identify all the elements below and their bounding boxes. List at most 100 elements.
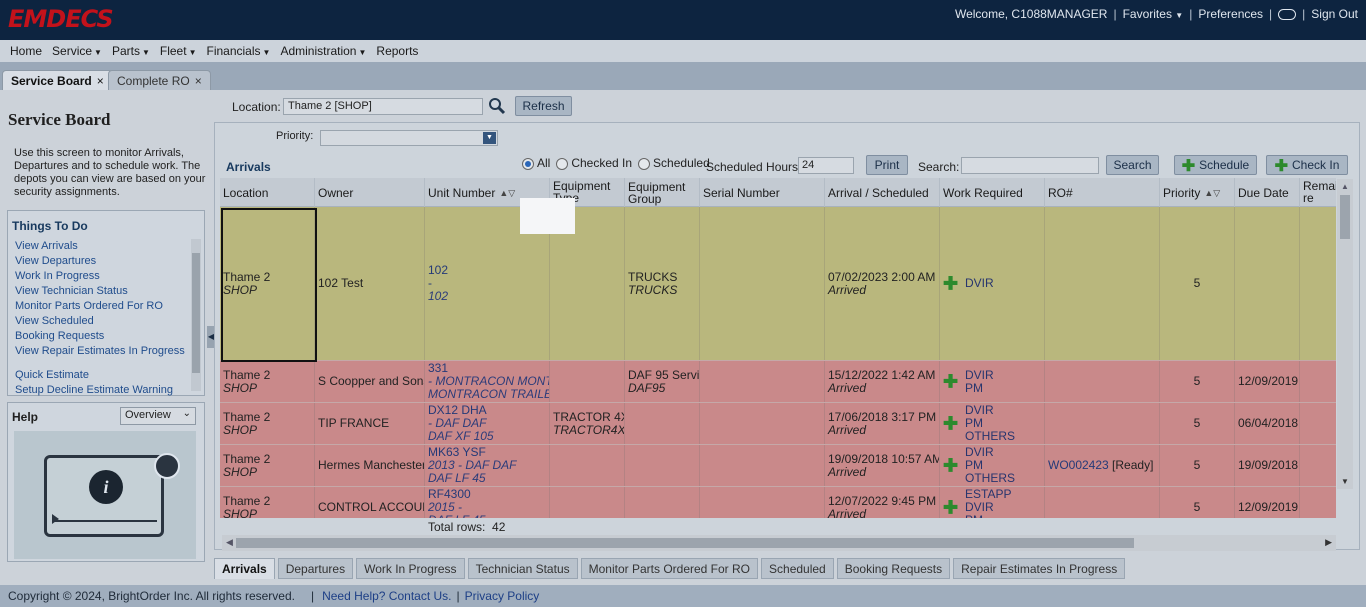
- cell-text: TRUCKS: [628, 269, 678, 284]
- sort-icon[interactable]: ▲▽: [1204, 187, 1220, 199]
- add-work-plus-icon[interactable]: ✚: [943, 274, 958, 292]
- favorites-menu[interactable]: Favorites ▼: [1123, 7, 1184, 21]
- todo-link[interactable]: Quick Estimate: [15, 368, 185, 383]
- chevron-down-icon: ▼: [1175, 11, 1184, 20]
- help-topic-select[interactable]: Overview ⌄: [120, 407, 196, 425]
- ro-value[interactable]: WO002423 [Ready]: [1048, 459, 1156, 472]
- todo-link[interactable]: View Arrivals: [15, 239, 185, 254]
- sort-icon[interactable]: ▲▽: [499, 187, 515, 199]
- table-row[interactable]: Thame 2 SHOP Hermes Manchester MK63 YSF 2013…: [220, 445, 1336, 487]
- todo-link[interactable]: Monitor Parts Ordered For RO: [15, 299, 185, 314]
- radio-all[interactable]: All: [522, 156, 550, 170]
- todo-link[interactable]: Booking Requests: [15, 329, 185, 344]
- add-work-plus-icon[interactable]: ✚: [943, 372, 958, 390]
- table-row[interactable]: Thame 2 SHOP TIP FRANCE DX12 DHA - DAF DAF DA…: [220, 403, 1336, 445]
- help-panel: Help Overview ⌄ i: [7, 402, 205, 562]
- privacy-policy-link[interactable]: Privacy Policy: [465, 589, 540, 603]
- schedule-button[interactable]: ✚ Schedule: [1174, 155, 1257, 175]
- tab-complete-ro[interactable]: Complete RO ×: [108, 70, 211, 90]
- refresh-button[interactable]: Refresh: [515, 96, 572, 116]
- unit-number-cell: MK63 YSF 2013 - DAF DAF DAF LF 45: [425, 445, 550, 486]
- cell-text: OTHERS: [965, 429, 1016, 443]
- tab-departures[interactable]: Departures: [277, 558, 354, 579]
- grid-vertical-scrollbar[interactable]: ▲ ▼: [1337, 179, 1353, 489]
- print-button[interactable]: Print: [866, 155, 908, 175]
- cell-text: DAF XF 105: [428, 429, 494, 443]
- todo-link[interactable]: View Scheduled: [15, 314, 185, 329]
- separator: |: [1113, 7, 1117, 21]
- sign-out-link[interactable]: Sign Out: [1311, 7, 1358, 21]
- todo-link[interactable]: View Repair Estimates In Progress: [15, 344, 185, 359]
- priority-select[interactable]: ▼: [320, 130, 498, 146]
- radio-checked-in[interactable]: Checked In: [556, 156, 632, 170]
- column-header[interactable]: RO#: [1045, 178, 1160, 207]
- nav-item-administration[interactable]: Administration ▼: [280, 44, 366, 58]
- column-header[interactable]: Owner: [315, 178, 425, 207]
- tab-booking-requests[interactable]: Booking Requests: [836, 558, 951, 579]
- things-to-do-title: Things To Do: [12, 219, 88, 233]
- nav-item-reports[interactable]: Reports: [376, 44, 418, 58]
- table-row[interactable]: Thame 2SHOPCONTROL ACCOUN...RF43002015 -…: [220, 487, 1336, 518]
- column-header[interactable]: Work Required: [940, 178, 1045, 207]
- preferences-link[interactable]: Preferences: [1198, 7, 1263, 21]
- todo-link[interactable]: View Departures: [15, 254, 185, 269]
- scroll-thumb[interactable]: [192, 253, 200, 373]
- todo-link[interactable]: View Technician Status: [15, 284, 185, 299]
- arrival-cell: 12/07/2022 9:45 PM Arrived: [825, 487, 940, 518]
- todo-link[interactable]: Setup Decline Estimate Warning: [15, 383, 185, 398]
- help-video-thumbnail[interactable]: i: [14, 431, 196, 559]
- column-header[interactable]: Remaining re: [1300, 178, 1336, 207]
- nav-item-financials[interactable]: Financials ▼: [207, 44, 271, 58]
- table-row[interactable]: Thame 2 SHOP 102 Test 102-102 TRUCKS TRUCKS 07…: [220, 207, 1336, 361]
- column-header[interactable]: Arrival / Scheduled: [825, 178, 940, 207]
- equipment-group-cell: [625, 445, 700, 486]
- chevron-down-icon[interactable]: ▼: [483, 132, 496, 144]
- cell-text: Thame 2: [223, 367, 271, 382]
- theme-toggle-icon[interactable]: [1278, 8, 1297, 20]
- search-input[interactable]: [961, 157, 1099, 174]
- column-header[interactable]: Due Date: [1235, 178, 1300, 207]
- scroll-left-icon[interactable]: ◀: [226, 537, 233, 548]
- nav-item-label: Reports: [376, 44, 419, 58]
- add-work-plus-icon[interactable]: ✚: [943, 498, 958, 516]
- help-contact-link[interactable]: Need Help? Contact Us.: [322, 589, 451, 603]
- todo-link[interactable]: Work In Progress: [15, 269, 185, 284]
- tab-service-board[interactable]: Service Board ×: [2, 70, 113, 90]
- nav-item-parts[interactable]: Parts ▼: [112, 44, 150, 58]
- tab-monitor-parts-ordered-for-ro[interactable]: Monitor Parts Ordered For RO: [580, 558, 759, 579]
- scroll-down-icon[interactable]: ▼: [1341, 477, 1349, 486]
- scroll-thumb[interactable]: [236, 538, 1134, 548]
- tab-scheduled[interactable]: Scheduled: [761, 558, 834, 579]
- scheduled-hours-input[interactable]: 24: [798, 157, 854, 174]
- grid-horizontal-scrollbar[interactable]: ◀ ▶: [222, 535, 1336, 551]
- nav-item-home[interactable]: Home: [10, 44, 42, 58]
- column-header[interactable]: Equipment Group: [625, 178, 700, 207]
- column-header[interactable]: Serial Number: [700, 178, 825, 207]
- search-button[interactable]: Search: [1106, 155, 1159, 175]
- todo-scrollbar[interactable]: [191, 239, 201, 391]
- nav-item-service[interactable]: Service ▼: [52, 44, 102, 58]
- table-row[interactable]: Thame 2 SHOP S Coopper and Sons 331- MONTRA…: [220, 361, 1336, 403]
- nav-item-fleet[interactable]: Fleet ▼: [160, 44, 197, 58]
- emdecs-logo[interactable]: EMDECS: [8, 5, 114, 33]
- location-input[interactable]: Thame 2 [SHOP]: [283, 98, 483, 115]
- tab-arrivals[interactable]: Arrivals: [214, 558, 275, 579]
- search-icon[interactable]: [488, 97, 506, 115]
- radio-scheduled[interactable]: Scheduled: [638, 156, 710, 170]
- scroll-right-icon[interactable]: ▶: [1325, 537, 1332, 548]
- column-header[interactable]: Priority ▲▽: [1160, 178, 1235, 207]
- check-in-button[interactable]: ✚ Check In: [1266, 155, 1348, 175]
- add-work-plus-icon[interactable]: ✚: [943, 456, 958, 474]
- arrivals-grid: LocationOwnerUnit Number▲▽Equipment Type…: [220, 178, 1336, 518]
- tab-work-in-progress[interactable]: Work In Progress: [356, 558, 465, 579]
- tab-repair-estimates-in-progress[interactable]: Repair Estimates In Progress: [953, 558, 1126, 579]
- close-icon[interactable]: ×: [97, 74, 104, 88]
- add-work-plus-icon[interactable]: ✚: [943, 414, 958, 432]
- column-header[interactable]: Location: [220, 178, 315, 207]
- scroll-up-icon[interactable]: ▲: [1341, 182, 1349, 191]
- scroll-thumb[interactable]: [1340, 195, 1350, 239]
- tab-technician-status[interactable]: Technician Status: [467, 558, 578, 579]
- close-icon[interactable]: ×: [195, 74, 202, 88]
- ro-link[interactable]: WO002423: [1048, 458, 1109, 472]
- work-required-cell: ✚ DVIR PM OTHERS: [940, 445, 1045, 486]
